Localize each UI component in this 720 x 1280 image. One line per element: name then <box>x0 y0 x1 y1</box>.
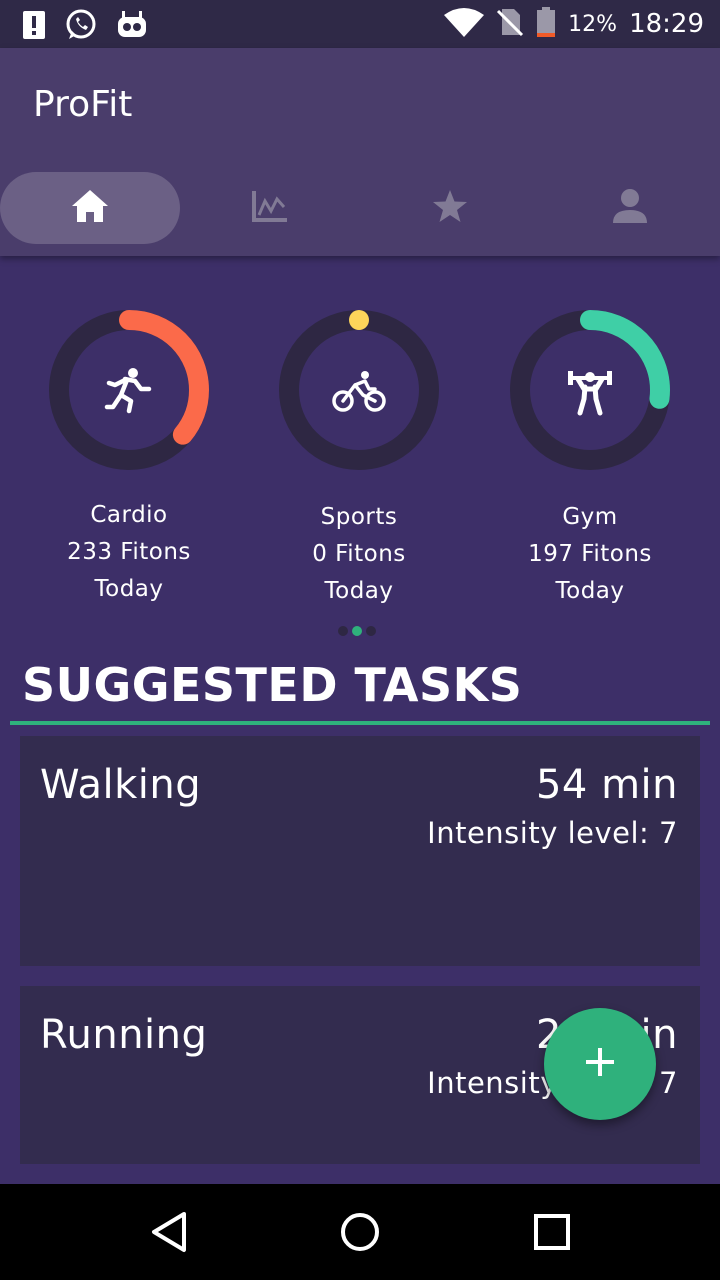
category-period: Today <box>324 578 394 604</box>
add-task-button[interactable] <box>544 1008 656 1120</box>
tab-favorites[interactable] <box>360 172 540 244</box>
person-icon <box>612 188 648 228</box>
task-duration: 54 min <box>535 762 678 808</box>
running-icon <box>104 368 152 414</box>
plus-icon <box>584 1046 616 1082</box>
tab-bar <box>0 172 720 244</box>
page-dot <box>366 626 376 636</box>
category-name: Gym <box>562 504 618 530</box>
tab-home[interactable] <box>0 172 180 244</box>
task-intensity: Intensity level: 7 <box>427 816 678 850</box>
page-indicator <box>338 626 376 636</box>
app-bar: ProFit <box>0 48 720 256</box>
cardio-ring <box>49 310 209 470</box>
category-fitons: 233 Fitons <box>67 539 191 565</box>
page-dot-active <box>352 626 362 636</box>
gym-ring <box>510 310 670 470</box>
category-sports[interactable]: Sports 0 Fitons Today <box>249 305 469 610</box>
category-period: Today <box>555 578 625 604</box>
chart-icon <box>251 189 289 227</box>
battery-percent: 12% <box>568 11 618 37</box>
android-robot-icon <box>116 11 148 43</box>
system-nav-bar <box>0 1184 720 1280</box>
star-icon <box>432 189 468 227</box>
wifi-icon <box>444 7 485 41</box>
page-dot <box>338 626 348 636</box>
tab-profile[interactable] <box>540 172 720 244</box>
whatsapp-icon <box>64 8 98 46</box>
sports-ring <box>279 310 439 470</box>
section-divider <box>10 721 710 725</box>
back-icon[interactable] <box>146 1208 194 1256</box>
alert-notification-icon <box>22 10 46 44</box>
category-name: Sports <box>320 504 398 530</box>
no-signal-icon <box>496 7 524 41</box>
section-title: SUGGESTED TASKS <box>22 658 523 712</box>
clock: 18:29 <box>629 9 704 39</box>
category-gym[interactable]: Gym 197 Fitons Today <box>480 305 700 610</box>
task-name: Walking <box>40 762 202 808</box>
status-bar: 12% 18:29 <box>0 0 720 48</box>
category-fitons: 0 Fitons <box>312 541 406 567</box>
home-nav-icon[interactable] <box>336 1208 384 1256</box>
category-cardio[interactable]: Cardio 233 Fitons Today <box>19 305 239 608</box>
task-name: Running <box>40 1012 208 1058</box>
recents-icon[interactable] <box>528 1208 576 1256</box>
category-period: Today <box>94 576 164 602</box>
cycling-icon <box>332 371 386 412</box>
battery-icon <box>536 7 556 41</box>
category-name: Cardio <box>90 502 168 528</box>
tab-progress[interactable] <box>180 172 360 244</box>
task-card[interactable]: Walking 54 min Intensity level: 7 <box>20 736 700 966</box>
app-title: ProFit <box>33 84 133 125</box>
category-fitons: 197 Fitons <box>528 541 652 567</box>
sports-ring-progress <box>349 310 369 330</box>
home-icon <box>70 188 110 228</box>
weightlifting-icon <box>568 371 612 416</box>
